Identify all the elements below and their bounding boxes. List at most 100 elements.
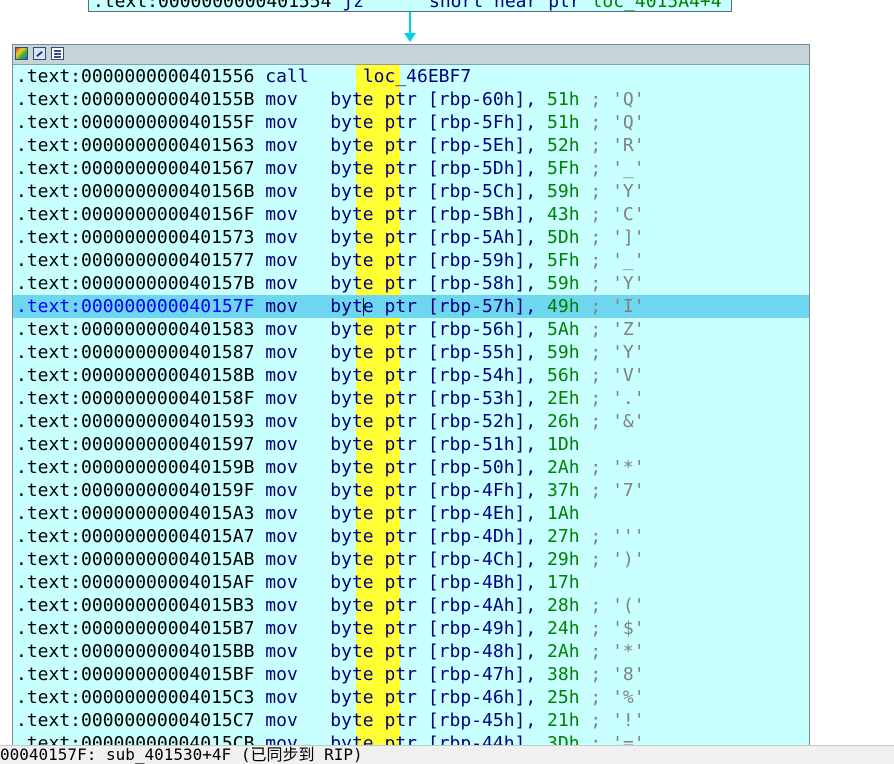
line-operand[interactable]: byte ptr [rbp-46h],: [330, 687, 536, 708]
line-immediate[interactable]: 43h: [547, 204, 580, 225]
line-operand[interactable]: byte ptr [rbp-4Bh],: [330, 572, 536, 593]
line-address[interactable]: .text:00000000004015C7: [16, 710, 254, 731]
disasm-line[interactable]: .text:000000000040157B mov byte ptr [rbp…: [13, 272, 809, 295]
disasm-line[interactable]: .text:00000000004015C3 mov byte ptr [rbp…: [13, 686, 809, 709]
line-operand[interactable]: byte ptr [rbp-49h],: [330, 618, 536, 639]
line-immediate[interactable]: 49h: [547, 296, 580, 317]
line-operand[interactable]: byte ptr [rbp-4Eh],: [330, 503, 536, 524]
line-address[interactable]: .text:00000000004015B3: [16, 595, 254, 616]
line-immediate[interactable]: 29h: [547, 549, 580, 570]
disasm-line[interactable]: .text:000000000040156B mov byte ptr [rbp…: [13, 180, 809, 203]
line-address[interactable]: .text:00000000004015B7: [16, 618, 254, 639]
line-mnemonic[interactable]: mov: [265, 250, 298, 271]
line-mnemonic[interactable]: mov: [265, 319, 298, 340]
line-operand[interactable]: byte ptr [rbp-51h],: [330, 434, 536, 455]
line-address[interactable]: .text:000000000040157B: [16, 273, 254, 294]
line-operand[interactable]: byte ptr [rbp-5Eh],: [330, 135, 536, 156]
line-operand[interactable]: byte ptr [rbp-5Ah],: [330, 227, 536, 248]
line-operand[interactable]: byte ptr [rbp-57h],: [330, 296, 536, 317]
line-immediate[interactable]: 25h: [547, 687, 580, 708]
line-immediate[interactable]: 26h: [547, 411, 580, 432]
line-mnemonic[interactable]: mov: [265, 135, 298, 156]
line-immediate[interactable]: 5Dh: [547, 227, 580, 248]
disasm-line[interactable]: .text:00000000004015A3 mov byte ptr [rbp…: [13, 502, 809, 525]
line-address[interactable]: .text:00000000004015BF: [16, 664, 254, 685]
line-mnemonic[interactable]: mov: [265, 204, 298, 225]
line-address[interactable]: .text:0000000000401597: [16, 434, 254, 455]
line-operand[interactable]: loc_46EBF7: [330, 66, 471, 87]
line-address[interactable]: .text:0000000000401587: [16, 342, 254, 363]
line-address[interactable]: .text:000000000040159F: [16, 480, 254, 501]
line-mnemonic[interactable]: mov: [265, 457, 298, 478]
line-immediate[interactable]: 1Dh: [547, 434, 580, 455]
line-operand[interactable]: byte ptr [rbp-5Fh],: [330, 112, 536, 133]
disasm-line[interactable]: .text:000000000040155F mov byte ptr [rbp…: [13, 111, 809, 134]
line-mnemonic[interactable]: mov: [265, 89, 298, 110]
line-address[interactable]: .text:0000000000401577: [16, 250, 254, 271]
line-immediate[interactable]: 59h: [547, 342, 580, 363]
disasm-line[interactable]: .text:000000000040156F mov byte ptr [rbp…: [13, 203, 809, 226]
line-immediate[interactable]: 2Ah: [547, 457, 580, 478]
line-immediate[interactable]: 2Ah: [547, 641, 580, 662]
line-operand[interactable]: byte ptr [rbp-4Dh],: [330, 526, 536, 547]
disasm-line[interactable]: .text:0000000000401597 mov byte ptr [rbp…: [13, 433, 809, 456]
disasm-line[interactable]: .text:000000000040158F mov byte ptr [rbp…: [13, 387, 809, 410]
line-operand[interactable]: byte ptr [rbp-5Bh],: [330, 204, 536, 225]
line-immediate[interactable]: 5Ah: [547, 319, 580, 340]
disasm-line[interactable]: .text:0000000000401593 mov byte ptr [rbp…: [13, 410, 809, 433]
line-address[interactable]: .text:000000000040155B: [16, 89, 254, 110]
line-mnemonic[interactable]: mov: [265, 549, 298, 570]
prev-target[interactable]: loc_4015A4+4: [592, 0, 722, 11]
disasm-line[interactable]: .text:000000000040157F mov byte ptr [rbp…: [13, 295, 809, 318]
line-address[interactable]: .text:00000000004015AB: [16, 549, 254, 570]
line-address[interactable]: .text:000000000040158B: [16, 365, 254, 386]
line-operand[interactable]: byte ptr [rbp-5Dh],: [330, 158, 536, 179]
line-immediate[interactable]: 5Fh: [547, 250, 580, 271]
line-address[interactable]: .text:0000000000401593: [16, 411, 254, 432]
line-mnemonic[interactable]: mov: [265, 526, 298, 547]
disasm-line[interactable]: .text:000000000040159B mov byte ptr [rbp…: [13, 456, 809, 479]
line-mnemonic[interactable]: mov: [265, 411, 298, 432]
disasm-line[interactable]: .text:0000000000401583 mov byte ptr [rbp…: [13, 318, 809, 341]
disasm-line[interactable]: .text:00000000004015B7 mov byte ptr [rbp…: [13, 617, 809, 640]
line-operand[interactable]: byte ptr [rbp-48h],: [330, 641, 536, 662]
disasm-line[interactable]: .text:000000000040155B mov byte ptr [rbp…: [13, 88, 809, 111]
graph-code-block[interactable]: .text:0000000000401556 call loc_46EBF7 .t…: [12, 44, 810, 746]
line-address[interactable]: .text:00000000004015BB: [16, 641, 254, 662]
line-immediate[interactable]: 56h: [547, 365, 580, 386]
line-address[interactable]: .text:00000000004015A7: [16, 526, 254, 547]
line-address[interactable]: .text:000000000040157F: [16, 296, 254, 317]
line-immediate[interactable]: 1Ah: [547, 503, 580, 524]
line-address[interactable]: .text:0000000000401563: [16, 135, 254, 156]
line-mnemonic[interactable]: call: [265, 66, 308, 87]
line-operand[interactable]: byte ptr [rbp-4Ch],: [330, 549, 536, 570]
line-address[interactable]: .text:0000000000401556: [16, 66, 254, 87]
flow-edge-line[interactable]: [409, 12, 411, 34]
line-address[interactable]: .text:000000000040155F: [16, 112, 254, 133]
previous-code-block[interactable]: .text:0000000000401554 jz short near ptr…: [88, 0, 732, 12]
disasm-line[interactable]: .text:0000000000401577 mov byte ptr [rbp…: [13, 249, 809, 272]
line-operand[interactable]: byte ptr [rbp-58h],: [330, 273, 536, 294]
line-immediate[interactable]: 38h: [547, 664, 580, 685]
line-mnemonic[interactable]: mov: [265, 710, 298, 731]
line-operand[interactable]: byte ptr [rbp-54h],: [330, 365, 536, 386]
line-mnemonic[interactable]: mov: [265, 595, 298, 616]
line-immediate[interactable]: 37h: [547, 480, 580, 501]
disasm-line[interactable]: .text:00000000004015B3 mov byte ptr [rbp…: [13, 594, 809, 617]
line-address[interactable]: .text:00000000004015C3: [16, 687, 254, 708]
line-mnemonic[interactable]: mov: [265, 434, 298, 455]
line-immediate[interactable]: 17h: [547, 572, 580, 593]
disasm-line[interactable]: .text:00000000004015BF mov byte ptr [rbp…: [13, 663, 809, 686]
line-immediate[interactable]: 59h: [547, 181, 580, 202]
line-immediate[interactable]: 24h: [547, 618, 580, 639]
line-operand[interactable]: byte ptr [rbp-47h],: [330, 664, 536, 685]
line-mnemonic[interactable]: mov: [265, 687, 298, 708]
line-operand[interactable]: byte ptr [rbp-45h],: [330, 710, 536, 731]
line-address[interactable]: .text:000000000040159B: [16, 457, 254, 478]
line-operand[interactable]: byte ptr [rbp-52h],: [330, 411, 536, 432]
line-immediate[interactable]: 51h: [547, 89, 580, 110]
line-mnemonic[interactable]: mov: [265, 664, 298, 685]
line-mnemonic[interactable]: mov: [265, 572, 298, 593]
line-operand[interactable]: byte ptr [rbp-5Ch],: [330, 181, 536, 202]
line-mnemonic[interactable]: mov: [265, 618, 298, 639]
